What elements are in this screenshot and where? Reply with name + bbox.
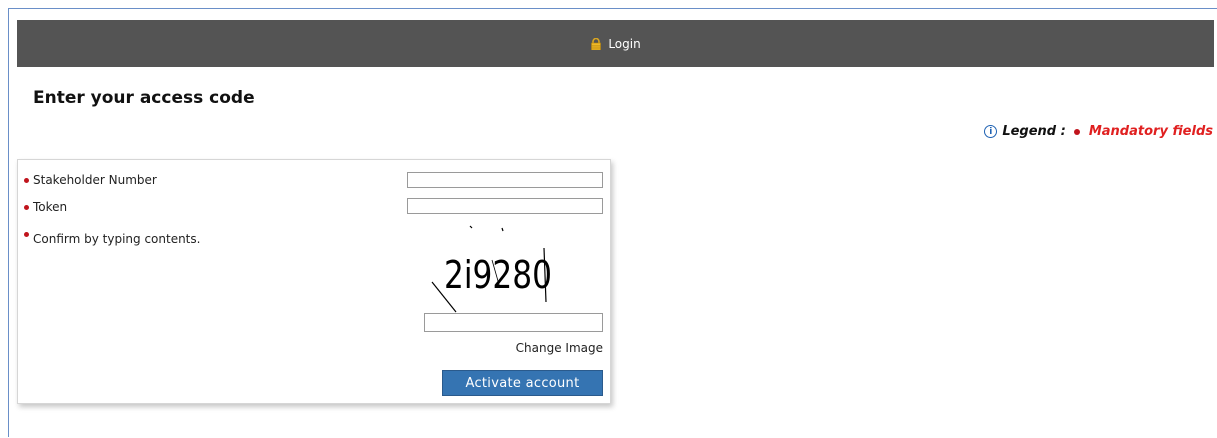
mandatory-bullet-icon — [24, 177, 29, 183]
token-row-label: Token — [24, 200, 67, 214]
legend-label: Legend : — [1002, 124, 1066, 139]
token-label: Token — [33, 200, 68, 214]
captcha-text: 2i9280 — [444, 253, 552, 297]
header-title: Login — [608, 36, 641, 51]
activate-account-button[interactable]: Activate account — [442, 370, 603, 396]
legend: i Legend : Mandatory fields — [984, 124, 1213, 139]
token-input[interactable] — [407, 198, 603, 214]
captcha-image: 2i9280 — [431, 225, 552, 313]
mandatory-bullet-icon — [24, 204, 29, 210]
confirm-label: Confirm by typing contents. — [33, 232, 201, 246]
stakeholder-row-label: Stakeholder Number — [24, 173, 157, 187]
captcha-input[interactable] — [424, 313, 603, 332]
info-icon: i — [984, 125, 998, 138]
access-code-form: Stakeholder Number Token Confirm by typi… — [17, 159, 611, 404]
login-header-bar: Login — [17, 20, 1214, 67]
stakeholder-number-input[interactable] — [407, 172, 603, 188]
change-image-link[interactable]: Change Image — [516, 341, 603, 355]
mandatory-bullet-icon — [1073, 128, 1080, 135]
lock-icon — [591, 37, 602, 50]
stakeholder-label: Stakeholder Number — [33, 173, 157, 187]
mandatory-bullet-icon — [24, 232, 29, 237]
legend-mandatory-text: Mandatory fields — [1088, 124, 1213, 139]
confirm-row-label: Confirm by typing contents. — [24, 232, 200, 246]
page-title: Enter your access code — [33, 88, 255, 108]
